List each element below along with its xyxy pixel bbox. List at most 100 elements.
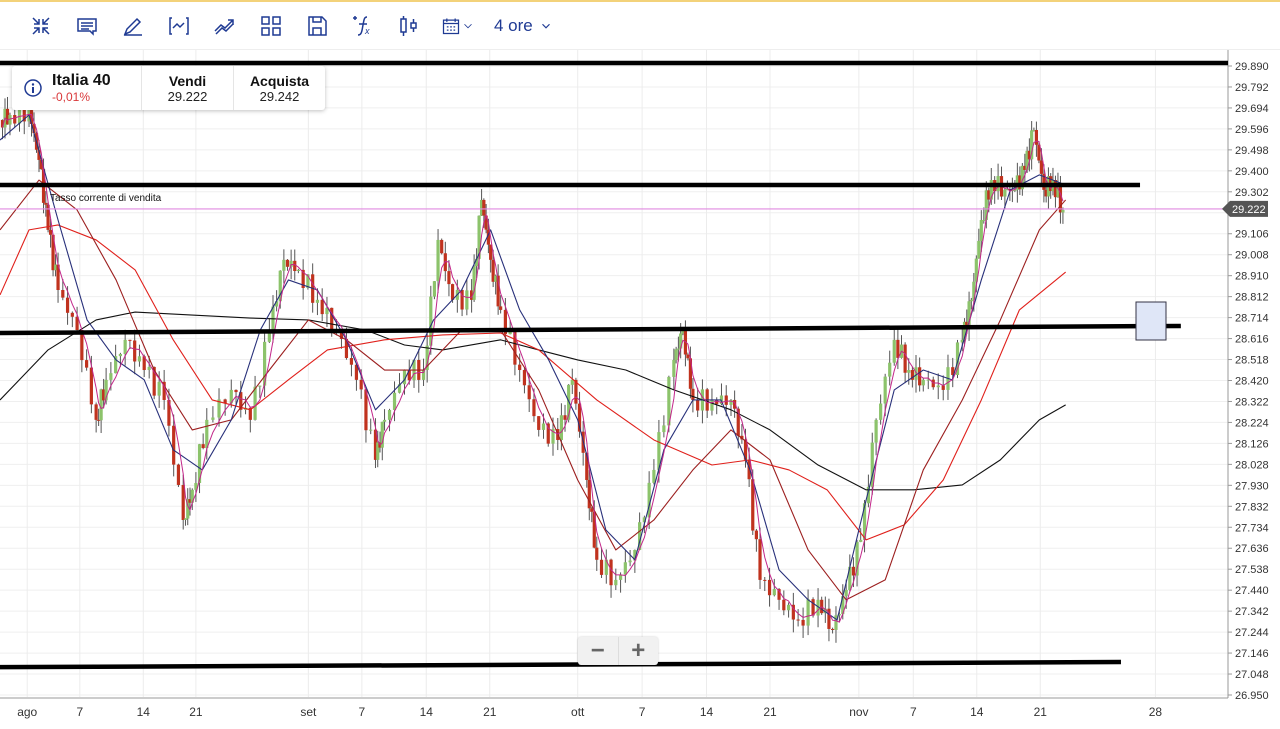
y-tick-label: 28.714 — [1235, 313, 1269, 325]
x-tick-label: 14 — [970, 705, 984, 719]
x-tick-label: 21 — [1034, 705, 1048, 719]
y-tick-label: 29.890 — [1235, 61, 1269, 73]
candle-down — [811, 599, 815, 616]
drawing-handle[interactable] — [1135, 301, 1167, 341]
candle-down — [941, 385, 945, 390]
y-tick-label: 29.008 — [1235, 250, 1269, 262]
candle-up — [1003, 189, 1007, 197]
candle-down — [133, 340, 137, 362]
buy-button[interactable]: Acquista 29.242 — [234, 66, 325, 110]
info-icon[interactable] — [24, 79, 42, 97]
candle-up — [541, 423, 546, 430]
candle-up — [936, 385, 940, 388]
y-tick-label: 27.832 — [1235, 501, 1269, 513]
current-price-caption: Tasso corrente di vendita — [50, 193, 162, 204]
candle-up — [1061, 209, 1065, 213]
current-price-value: 29.222 — [1232, 204, 1266, 216]
x-tick-label: 21 — [763, 705, 777, 719]
candle-up — [258, 385, 262, 387]
candle-up — [674, 349, 678, 360]
x-tick-label: nov — [849, 705, 868, 719]
y-tick-label: 28.518 — [1235, 355, 1269, 367]
y-tick-label: 28.812 — [1235, 292, 1269, 304]
y-tick-label: 27.538 — [1235, 564, 1269, 576]
x-tick-label: 7 — [910, 705, 917, 719]
candle-up — [888, 362, 892, 377]
candle-up — [907, 370, 911, 373]
y-tick-label: 27.244 — [1235, 627, 1269, 639]
candle-down — [796, 619, 800, 621]
candle-up — [559, 415, 563, 440]
candle-up — [879, 403, 883, 420]
candle-up — [465, 290, 469, 310]
candle-up — [969, 299, 973, 302]
candle-up — [628, 560, 632, 563]
x-tick-label: ago — [17, 705, 37, 719]
drawn-line-support-mid — [0, 323, 1181, 336]
candle-down — [851, 566, 856, 576]
candle-down — [1034, 129, 1039, 145]
candle-up — [253, 386, 257, 420]
y-tick-label: 28.910 — [1235, 271, 1269, 283]
candle-up — [387, 410, 392, 420]
candle-up — [786, 604, 791, 611]
candle-up — [921, 379, 925, 386]
candle-up — [205, 419, 209, 449]
candle-up — [109, 373, 113, 380]
candle-up — [979, 220, 983, 241]
candle-up — [982, 219, 986, 221]
candle-down — [450, 284, 455, 300]
candle-down — [782, 599, 786, 611]
candle-up — [710, 399, 714, 411]
y-tick-label: 27.048 — [1235, 669, 1269, 681]
y-tick-label: 28.028 — [1235, 459, 1269, 471]
candle-up — [282, 259, 286, 271]
sell-label: Vendi — [168, 72, 207, 89]
candle-down — [128, 339, 132, 341]
y-tick-label: 29.792 — [1235, 82, 1269, 94]
sell-button[interactable]: Vendi 29.222 — [142, 66, 234, 110]
candle-up — [382, 419, 387, 422]
candle-up — [623, 562, 627, 575]
candle-down — [176, 464, 181, 485]
instrument-name: Italia 40 — [52, 72, 111, 89]
candle-up — [157, 381, 161, 396]
candle-down — [447, 271, 451, 285]
candle-up — [883, 376, 887, 404]
x-tick-label: ott — [571, 705, 585, 719]
candle-down — [85, 360, 89, 368]
candle-up — [834, 615, 838, 630]
candle-down — [896, 339, 900, 358]
candle-up — [662, 425, 666, 433]
candle-down — [440, 239, 444, 254]
candle-up — [977, 240, 981, 259]
x-tick-label: 7 — [359, 705, 366, 719]
y-tick-label: 28.420 — [1235, 376, 1269, 388]
candle-down — [359, 379, 363, 390]
candle-up — [806, 599, 810, 626]
candle-down — [13, 114, 17, 124]
candle-up — [296, 269, 300, 271]
drawn-line-support-bottom — [0, 659, 1121, 670]
y-tick-label: 27.342 — [1235, 606, 1269, 618]
y-tick-label: 28.126 — [1235, 438, 1269, 450]
x-tick-label: 21 — [189, 705, 203, 719]
candle-up — [432, 281, 437, 297]
instrument-change: -0,01% — [52, 90, 91, 104]
candle-up — [137, 356, 142, 362]
candle-down — [518, 364, 522, 371]
zoom-in-button[interactable]: + — [617, 637, 659, 665]
candle-up — [772, 589, 776, 596]
buy-value: 29.242 — [259, 88, 300, 104]
y-tick-label: 27.636 — [1235, 543, 1269, 555]
x-tick-label: set — [300, 705, 317, 719]
y-tick-label: 28.322 — [1235, 396, 1269, 408]
zoom-out-button[interactable]: − — [578, 637, 618, 665]
candle-down — [527, 385, 531, 400]
y-tick-label: 29.694 — [1235, 103, 1269, 115]
y-tick-label: 29.400 — [1235, 166, 1269, 178]
candle-up — [676, 348, 680, 350]
candle-up — [183, 518, 188, 520]
candle-up — [874, 419, 878, 443]
instrument-panel: Italia 40 -0,01% Vendi 29.222 Acquista 29.2… — [12, 66, 325, 110]
